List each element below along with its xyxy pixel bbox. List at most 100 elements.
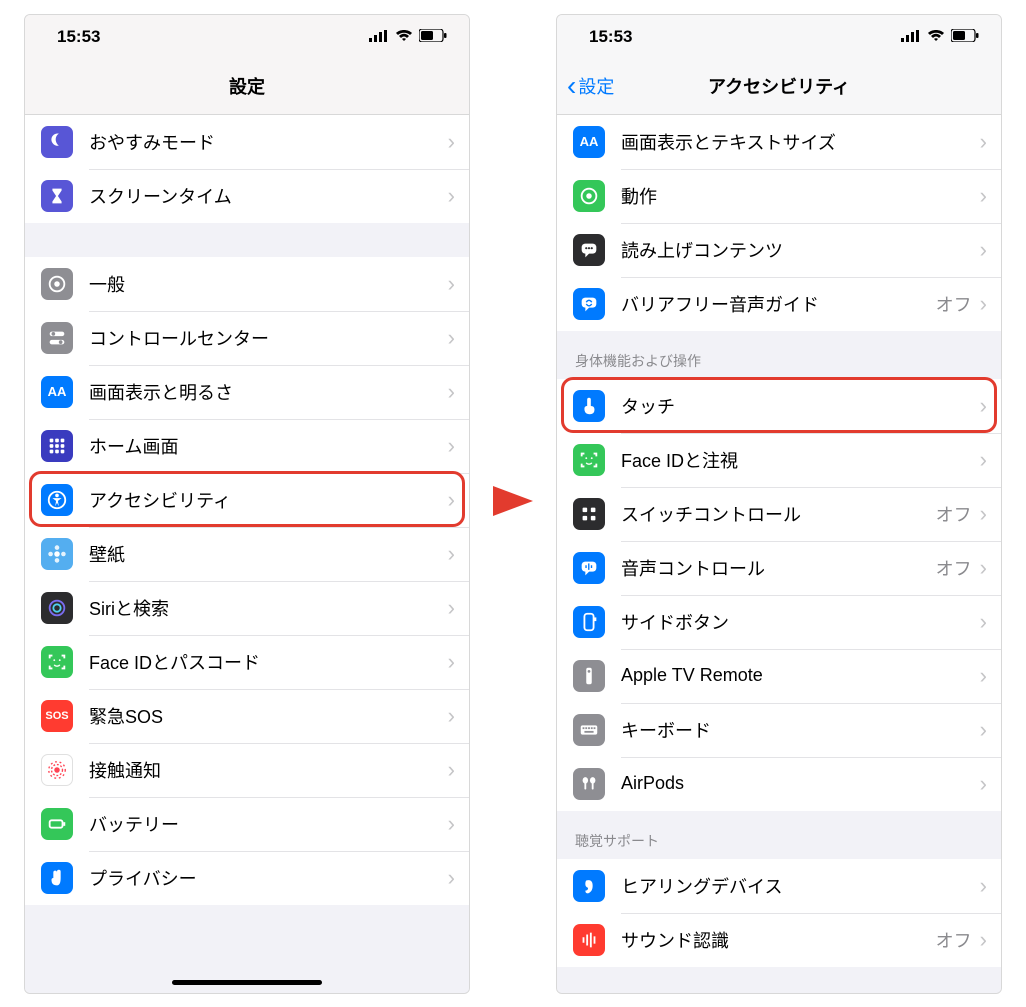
chevron-right-icon: › <box>980 501 987 527</box>
wifi-icon <box>395 27 413 47</box>
waveform-icon <box>573 924 605 956</box>
row-home-screen[interactable]: ホーム画面 › <box>25 419 469 473</box>
battery-icon <box>951 27 979 47</box>
row-sound-recognition[interactable]: サウンド認識 オフ › <box>557 913 1001 967</box>
chevron-right-icon: › <box>980 771 987 797</box>
row-side-button[interactable]: サイドボタン › <box>557 595 1001 649</box>
row-label: スクリーンタイム <box>89 183 448 209</box>
row-display-brightness[interactable]: AA 画面表示と明るさ › <box>25 365 469 419</box>
row-label: バリアフリー音声ガイド <box>621 291 936 317</box>
status-icons <box>369 27 447 47</box>
row-audio-descriptions[interactable]: バリアフリー音声ガイド オフ › <box>557 277 1001 331</box>
gear-icon <box>41 268 73 300</box>
back-button[interactable]: ‹ 設定 <box>567 72 614 100</box>
row-hearing-devices[interactable]: ヒアリングデバイス › <box>557 859 1001 913</box>
row-spoken-content[interactable]: 読み上げコンテンツ › <box>557 223 1001 277</box>
row-label: ホーム画面 <box>89 433 448 459</box>
voice-icon <box>573 552 605 584</box>
row-accessibility[interactable]: アクセシビリティ › <box>25 473 469 527</box>
row-label: 一般 <box>89 271 448 297</box>
row-emergency-sos[interactable]: SOS 緊急SOS › <box>25 689 469 743</box>
chevron-right-icon: › <box>980 393 987 419</box>
row-faceid-passcode[interactable]: Face IDとパスコード › <box>25 635 469 689</box>
row-keyboards[interactable]: キーボード › <box>557 703 1001 757</box>
row-label: 読み上げコンテンツ <box>621 237 980 263</box>
row-faceid-attention[interactable]: Face IDと注視 › <box>557 433 1001 487</box>
chevron-right-icon: › <box>980 663 987 689</box>
chevron-right-icon: › <box>448 595 455 621</box>
row-detail: オフ <box>936 555 972 581</box>
row-label: アクセシビリティ <box>89 487 448 513</box>
chevron-right-icon: › <box>448 271 455 297</box>
row-label: バッテリー <box>89 811 448 837</box>
row-label: コントロールセンター <box>89 325 448 351</box>
accessibility-list[interactable]: AA 画面表示とテキストサイズ › 動作 › 読み上げコンテンツ › バリアフリ… <box>557 115 1001 993</box>
row-label: Siriと検索 <box>89 595 448 621</box>
row-wallpaper[interactable]: 壁紙 › <box>25 527 469 581</box>
side-button-icon <box>573 606 605 638</box>
hand-icon <box>41 862 73 894</box>
audio-desc-icon <box>573 288 605 320</box>
row-voice-control[interactable]: 音声コントロール オフ › <box>557 541 1001 595</box>
left-phone: 15:53 設定 おやすみモード › スクリーンタイム › 一 <box>24 14 470 994</box>
chevron-right-icon: › <box>980 129 987 155</box>
accessibility-icon <box>41 484 73 516</box>
navbar: 設定 <box>25 59 469 115</box>
row-do-not-disturb[interactable]: おやすみモード › <box>25 115 469 169</box>
status-time: 15:53 <box>589 27 632 47</box>
page-title: アクセシビリティ <box>708 73 850 99</box>
face-id-icon <box>41 646 73 678</box>
chevron-right-icon: › <box>448 129 455 155</box>
row-screen-time[interactable]: スクリーンタイム › <box>25 169 469 223</box>
row-label: 画面表示とテキストサイズ <box>621 129 980 155</box>
row-apple-tv-remote[interactable]: Apple TV Remote › <box>557 649 1001 703</box>
moon-icon <box>41 126 73 158</box>
switch-grid-icon <box>573 498 605 530</box>
chevron-right-icon: › <box>448 703 455 729</box>
row-airpods[interactable]: AirPods › <box>557 757 1001 811</box>
row-general[interactable]: 一般 › <box>25 257 469 311</box>
chevron-right-icon: › <box>980 447 987 473</box>
row-label: サウンド認識 <box>621 927 936 953</box>
row-detail: オフ <box>936 291 972 317</box>
hourglass-icon <box>41 180 73 212</box>
chevron-right-icon: › <box>448 541 455 567</box>
switches-icon <box>41 322 73 354</box>
remote-icon <box>573 660 605 692</box>
row-detail: オフ <box>936 927 972 953</box>
chevron-right-icon: › <box>448 379 455 405</box>
row-switch-control[interactable]: スイッチコントロール オフ › <box>557 487 1001 541</box>
back-label: 設定 <box>578 73 614 99</box>
chevron-left-icon: ‹ <box>567 72 576 100</box>
navbar: ‹ 設定 アクセシビリティ <box>557 59 1001 115</box>
siri-icon <box>41 592 73 624</box>
page-title: 設定 <box>229 73 265 99</box>
flower-icon <box>41 538 73 570</box>
airpods-icon <box>573 768 605 800</box>
row-label: おやすみモード <box>89 129 448 155</box>
row-label: 接触通知 <box>89 757 448 783</box>
status-bar: 15:53 <box>25 15 469 59</box>
status-bar: 15:53 <box>557 15 1001 59</box>
battery-icon <box>419 27 447 47</box>
section-header-physical: 身体機能および操作 <box>557 331 1001 379</box>
chevron-right-icon: › <box>448 183 455 209</box>
status-icons <box>901 27 979 47</box>
speech-bubble-icon <box>573 234 605 266</box>
chevron-right-icon: › <box>980 183 987 209</box>
row-touch[interactable]: タッチ › <box>557 379 1001 433</box>
chevron-right-icon: › <box>448 325 455 351</box>
row-siri-search[interactable]: Siriと検索 › <box>25 581 469 635</box>
settings-list[interactable]: おやすみモード › スクリーンタイム › 一般 › コントロールセンター › <box>25 115 469 993</box>
row-display-text-size[interactable]: AA 画面表示とテキストサイズ › <box>557 115 1001 169</box>
wifi-icon <box>927 27 945 47</box>
row-exposure-notification[interactable]: 接触通知 › <box>25 743 469 797</box>
row-label: プライバシー <box>89 865 448 891</box>
row-privacy[interactable]: プライバシー › <box>25 851 469 905</box>
home-indicator[interactable] <box>172 980 322 985</box>
row-control-center[interactable]: コントロールセンター › <box>25 311 469 365</box>
keyboard-icon <box>573 714 605 746</box>
row-battery[interactable]: バッテリー › <box>25 797 469 851</box>
row-motion[interactable]: 動作 › <box>557 169 1001 223</box>
row-label: Apple TV Remote <box>621 665 980 686</box>
